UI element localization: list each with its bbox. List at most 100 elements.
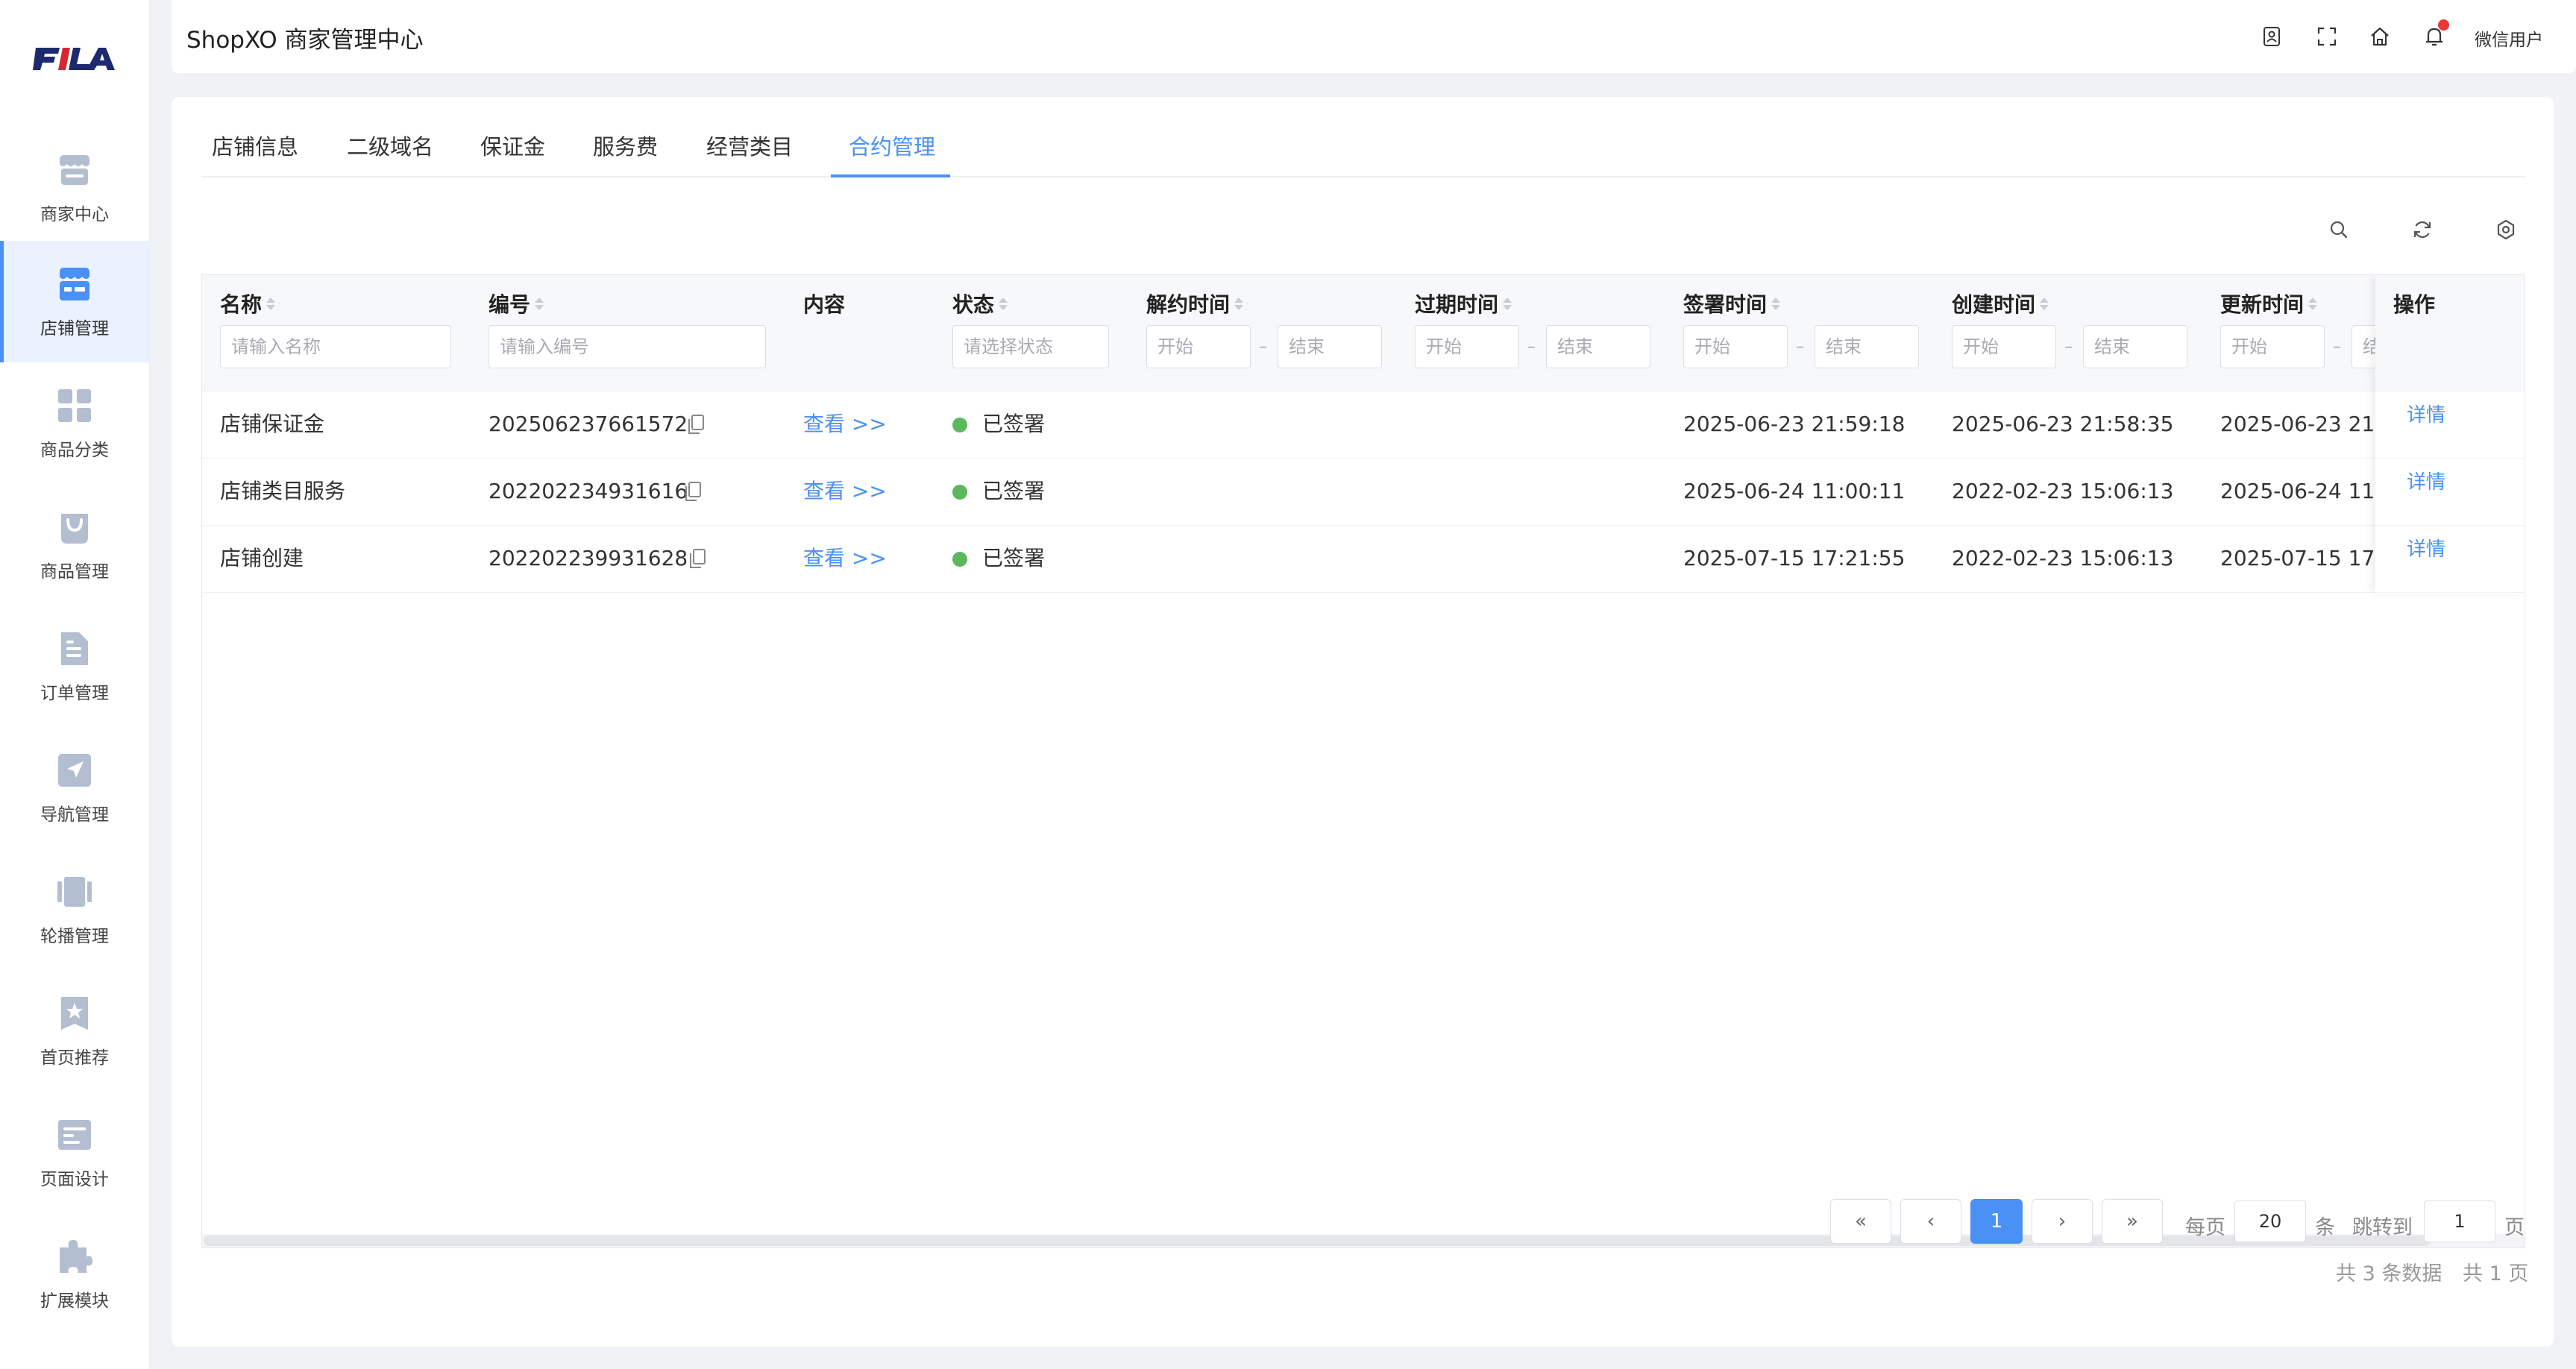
puzzle-icon xyxy=(55,1237,94,1276)
home-icon[interactable] xyxy=(2366,23,2393,50)
first-page-button[interactable]: « xyxy=(1830,1199,1891,1244)
number-filter-input[interactable] xyxy=(489,325,766,368)
column-header-content: 内容 xyxy=(803,292,846,317)
prev-page-button[interactable]: ‹ xyxy=(1900,1199,1961,1244)
column-header-name[interactable]: 名称 xyxy=(220,289,276,318)
create-time-end-input[interactable] xyxy=(2083,325,2187,368)
status-filter-select[interactable] xyxy=(952,325,1109,368)
contacts-icon[interactable] xyxy=(2258,23,2285,50)
copy-icon[interactable] xyxy=(682,480,703,503)
sidebar-item-label: 商家中心 xyxy=(40,204,109,224)
refresh-icon[interactable] xyxy=(2407,215,2437,245)
sidebar-item-product-category[interactable]: 商品分类 xyxy=(0,362,149,484)
view-content-link[interactable]: 查看 >> xyxy=(803,458,887,525)
fila-logo[interactable] xyxy=(33,43,116,73)
expire-time-end-input[interactable] xyxy=(1546,325,1650,368)
scrollbar-thumb[interactable] xyxy=(204,1236,2431,1246)
sort-icon[interactable] xyxy=(1234,297,1244,310)
cell-sign-time: 2025-06-24 11:00:11 xyxy=(1683,479,1906,503)
cell-sign-time: 2025-07-15 17:21:55 xyxy=(1683,546,1906,570)
sort-icon[interactable] xyxy=(999,297,1008,310)
active-tab-indicator xyxy=(831,174,950,177)
cell-update-time: 2025-06-23 21 xyxy=(2220,412,2375,436)
sign-time-start-input[interactable] xyxy=(1683,325,1788,368)
fullscreen-icon[interactable] xyxy=(2313,23,2340,50)
view-content-link[interactable]: 查看 >> xyxy=(803,525,887,592)
column-header-status[interactable]: 状态 xyxy=(952,289,1008,318)
carousel-icon xyxy=(55,872,94,911)
horizontal-scrollbar[interactable] xyxy=(202,1234,2525,1247)
sidebar-item-label: 商品分类 xyxy=(40,440,109,460)
cell-number: 202506237661572 xyxy=(489,412,688,436)
last-page-button[interactable]: » xyxy=(2102,1199,2163,1244)
expire-time-start-input[interactable] xyxy=(1415,325,1519,368)
shop-icon xyxy=(55,265,94,303)
view-content-link[interactable]: 查看 >> xyxy=(803,391,887,458)
terminate-time-start-input[interactable] xyxy=(1146,325,1251,368)
tab-business-category[interactable]: 经营类目 xyxy=(706,130,793,161)
sidebar-item-product-management[interactable]: 商品管理 xyxy=(0,484,149,605)
tab-contract-management[interactable]: 合约管理 xyxy=(849,130,935,161)
sidebar-item-store-management[interactable]: 店铺管理 xyxy=(0,241,149,362)
sort-icon[interactable] xyxy=(266,297,276,310)
tab-service-fee[interactable]: 服务费 xyxy=(593,130,658,161)
column-header-number[interactable]: 编号 xyxy=(489,289,544,318)
per-page-input[interactable] xyxy=(2234,1200,2306,1242)
order-document-icon xyxy=(55,629,94,668)
range-separator: – xyxy=(1796,338,1804,356)
sidebar-item-navigation-management[interactable]: 导航管理 xyxy=(0,727,149,849)
name-filter-input[interactable] xyxy=(220,325,451,368)
copy-icon[interactable] xyxy=(687,547,708,570)
detail-link[interactable]: 详情 xyxy=(2407,467,2445,494)
bell-icon[interactable] xyxy=(2421,19,2449,50)
sign-time-end-input[interactable] xyxy=(1815,325,1919,368)
detail-link[interactable]: 详情 xyxy=(2407,534,2445,561)
copy-icon[interactable] xyxy=(685,413,706,435)
column-header-create-time[interactable]: 创建时间 xyxy=(1952,289,2049,318)
sidebar-item-merchant-center[interactable]: 商家中心 xyxy=(0,127,149,248)
sidebar-item-home-recommend[interactable]: 首页推荐 xyxy=(0,970,149,1092)
sidebar-item-carousel-management[interactable]: 轮播管理 xyxy=(0,849,149,970)
jump-to-label: 跳转到 xyxy=(2352,1216,2413,1239)
table-row: 店铺保证金 202506237661572 查看 >> 已签署 2025-06-… xyxy=(202,391,2525,459)
detail-link[interactable]: 详情 xyxy=(2407,400,2445,427)
sidebar-item-order-management[interactable]: 订单管理 xyxy=(0,605,149,727)
sort-icon[interactable] xyxy=(2308,297,2318,310)
column-header-expire-time[interactable]: 过期时间 xyxy=(1415,289,1512,318)
tab-subdomain[interactable]: 二级域名 xyxy=(347,130,433,161)
sidebar-item-label: 订单管理 xyxy=(40,683,109,703)
user-menu[interactable]: 微信用户 xyxy=(2475,25,2543,51)
sort-icon[interactable] xyxy=(1503,297,1512,310)
sort-icon[interactable] xyxy=(535,297,544,310)
jump-page-input[interactable] xyxy=(2424,1200,2495,1242)
cell-create-time: 2022-02-23 15:06:13 xyxy=(1952,546,2174,570)
column-header-terminate-time[interactable]: 解约时间 xyxy=(1146,289,1244,318)
range-separator: – xyxy=(1259,338,1267,356)
per-page-label: 每页 xyxy=(2185,1216,2225,1239)
table-header: 名称 编号 内容 状态 解约时间 过期时间 签署时间 创建时间 更新时间 – –… xyxy=(202,275,2525,391)
tab-deposit[interactable]: 保证金 xyxy=(480,130,545,161)
column-header-update-time[interactable]: 更新时间 xyxy=(2220,289,2318,318)
sort-icon[interactable] xyxy=(2040,297,2049,310)
category-grid-icon xyxy=(55,386,94,425)
sort-icon[interactable] xyxy=(1771,297,1781,310)
sidebar-item-page-design[interactable]: 页面设计 xyxy=(0,1092,149,1213)
terminate-time-end-input[interactable] xyxy=(1278,325,1382,368)
settings-icon[interactable] xyxy=(2491,215,2521,245)
tab-store-info[interactable]: 店铺信息 xyxy=(212,130,298,161)
update-time-start-input[interactable] xyxy=(2220,325,2325,368)
cell-name: 店铺类目服务 xyxy=(220,479,346,503)
column-header-sign-time[interactable]: 签署时间 xyxy=(1683,289,1781,318)
total-pages-text: 共 1 页 xyxy=(2463,1262,2529,1285)
page-1-button[interactable]: 1 xyxy=(1970,1199,2023,1244)
sidebar-item-extension-module[interactable]: 扩展模块 xyxy=(0,1213,149,1335)
sidebar-item-label: 商品管理 xyxy=(40,561,109,582)
search-icon[interactable] xyxy=(2324,215,2354,245)
table-row: 店铺创建 202202239931628 查看 >> 已签署 2025-07-1… xyxy=(202,525,2525,593)
contract-table: 名称 编号 内容 状态 解约时间 过期时间 签署时间 创建时间 更新时间 – –… xyxy=(201,274,2525,1248)
cell-update-time: 2025-07-15 17:2 xyxy=(2220,546,2396,570)
status-dot xyxy=(952,552,967,567)
sidebar-item-label: 店铺管理 xyxy=(40,318,109,339)
create-time-start-input[interactable] xyxy=(1952,325,2056,368)
next-page-button[interactable]: › xyxy=(2032,1199,2093,1244)
